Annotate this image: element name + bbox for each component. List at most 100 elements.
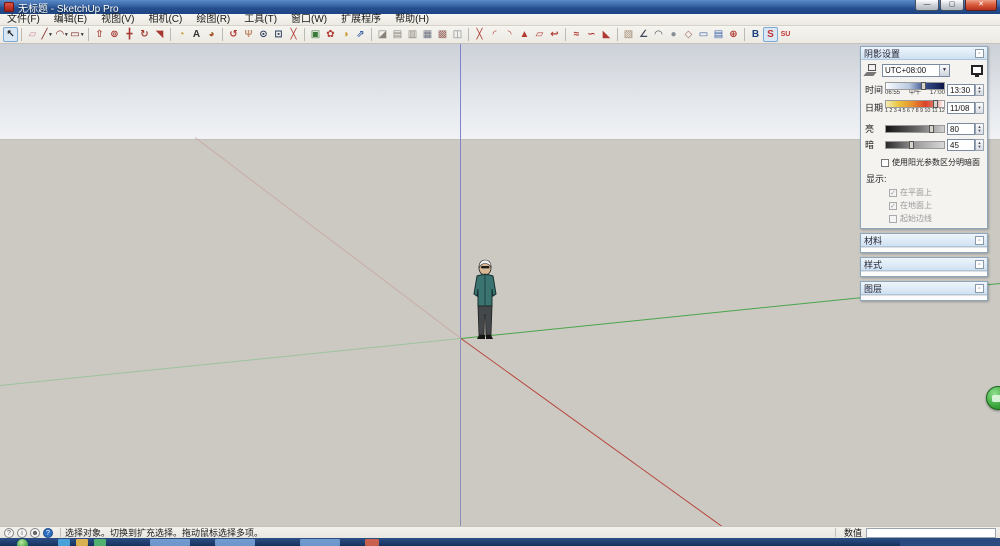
grid-tool-icon[interactable]: ▦ — [420, 27, 435, 42]
collapse-icon[interactable]: ▫ — [975, 48, 984, 58]
components-window-icon[interactable]: ✿ — [323, 27, 338, 42]
close-button[interactable]: ✕ — [965, 0, 997, 11]
date-dropdown-icon[interactable]: ▼ — [975, 101, 984, 114]
taskbar-item[interactable] — [215, 539, 255, 546]
protractor-tool-icon[interactable]: ∠ — [636, 27, 651, 42]
styles-panel-header[interactable]: 样式 ▫ — [861, 258, 987, 271]
grid-detail-tool-icon[interactable]: ▩ — [435, 27, 450, 42]
time-slider-handle[interactable] — [920, 82, 926, 90]
checkbox-icon[interactable]: ✓ — [889, 188, 897, 197]
checkbox-icon[interactable] — [889, 214, 897, 223]
zoom-extents-tool-icon[interactable]: ╳ — [286, 27, 301, 42]
date-value-field[interactable]: 11/08 — [947, 101, 975, 114]
taskbar-item[interactable] — [150, 539, 190, 546]
time-slider[interactable] — [885, 82, 945, 90]
menu-item-1[interactable]: 文件(F) — [0, 14, 47, 26]
two-point-arc-tool-icon[interactable]: ◜ — [487, 27, 502, 42]
zoom-tool-icon[interactable]: ⊙ — [256, 27, 271, 42]
dimension-tool-icon[interactable]: A — [189, 27, 204, 42]
rectangle-tool-icon[interactable]: ▭ ▼ — [70, 27, 85, 42]
arc-tool-icon[interactable]: ◠ ▼ — [55, 27, 70, 42]
taskbar-item[interactable] — [58, 539, 70, 546]
zoom-window-tool-icon[interactable]: ⊡ — [271, 27, 286, 42]
chevron-down-icon[interactable]: ▼ — [939, 64, 949, 76]
status-signin-icon[interactable]: ☻ — [30, 527, 40, 538]
fold-tool-icon[interactable]: ◣ — [599, 27, 614, 42]
section-plane-tool-icon[interactable]: ◪ — [375, 27, 390, 42]
dropdown-arrow-icon[interactable]: ▼ — [48, 32, 54, 38]
light-slider-handle[interactable] — [929, 124, 935, 133]
expand-icon[interactable]: ▫ — [975, 235, 984, 245]
date-slider-handle[interactable] — [932, 100, 938, 108]
time-spinner[interactable]: ▲ ▼ — [975, 83, 984, 96]
menu-item-6[interactable]: 工具(T) — [237, 14, 284, 26]
polygon-tool-icon[interactable]: ▲ — [517, 27, 532, 42]
expand-icon[interactable]: ▫ — [975, 283, 984, 293]
paint-bucket-tool-icon[interactable]: ◕ — [204, 27, 219, 42]
dark-slider-handle[interactable] — [909, 140, 915, 149]
timezone-select[interactable]: UTC+08:00 ▼ — [882, 63, 950, 77]
taskbar-item[interactable] — [300, 539, 340, 546]
light-slider[interactable] — [885, 124, 945, 133]
freehand-tool-icon[interactable]: ≈ — [569, 27, 584, 42]
select-tool-icon[interactable]: ↖ — [3, 27, 18, 42]
status-credits-icon[interactable]: i — [17, 527, 27, 538]
sphere-tool-icon[interactable]: ● — [666, 27, 681, 42]
offset-tool-icon[interactable]: ⊚ — [107, 27, 122, 42]
menu-item-4[interactable]: 相机(C) — [141, 14, 189, 26]
toggle-shadows-icon[interactable] — [863, 63, 879, 77]
date-slider[interactable] — [885, 100, 945, 108]
three-point-arc-tool-icon[interactable]: ◝ — [502, 27, 517, 42]
share-model-icon[interactable]: ⇗ — [353, 27, 368, 42]
pan-tool-icon[interactable]: Ψ — [241, 27, 256, 42]
start-orb-icon[interactable] — [16, 538, 29, 546]
3d-warehouse-icon[interactable]: B — [748, 27, 763, 42]
menu-item-5[interactable]: 绘图(R) — [189, 14, 237, 26]
materials-panel-header[interactable]: 材料 ▫ — [861, 234, 987, 247]
light-value-field[interactable]: 80 — [947, 122, 975, 135]
scale-figure-person[interactable] — [466, 259, 504, 341]
dark-value-field[interactable]: 45 — [947, 138, 975, 151]
dome-tool-icon[interactable]: ◠ — [651, 27, 666, 42]
shape-tool-icon[interactable]: ▱ — [532, 27, 547, 42]
styles-window-icon[interactable]: ◑ — [338, 27, 353, 42]
model-viewport[interactable] — [0, 44, 1000, 526]
taskbar-item[interactable] — [365, 539, 379, 546]
minimize-button[interactable]: — — [915, 0, 939, 11]
menu-item-9[interactable]: 帮助(H) — [388, 14, 436, 26]
time-value-field[interactable]: 13:30 — [947, 83, 975, 96]
use-sun-checkbox[interactable] — [881, 158, 889, 167]
windows-tool-icon[interactable]: ▤ — [711, 27, 726, 42]
floating-overlay-badge[interactable] — [986, 386, 1000, 410]
pages-tool-icon[interactable]: ◇ — [681, 27, 696, 42]
curve-tool-icon[interactable]: ↩ — [547, 27, 562, 42]
sandbox-tool-icon[interactable]: ▧ — [621, 27, 636, 42]
menu-item-7[interactable]: 窗口(W) — [284, 14, 334, 26]
axes-tool-icon[interactable]: ╳ — [472, 27, 487, 42]
status-geolocation-icon[interactable]: ? — [4, 527, 14, 538]
layers-panel-header[interactable]: 图层 ▫ — [861, 282, 987, 295]
plan-view-tool-icon[interactable]: ▭ — [696, 27, 711, 42]
orbit-tool-icon[interactable]: ↺ — [226, 27, 241, 42]
compass-tool-icon[interactable]: ⊕ — [726, 27, 741, 42]
bezier-tool-icon[interactable]: ∽ — [584, 27, 599, 42]
scale-tool-icon[interactable]: ◥ — [152, 27, 167, 42]
push-pull-tool-icon[interactable]: ⇧ — [92, 27, 107, 42]
dropdown-arrow-icon[interactable]: ▼ — [80, 32, 85, 38]
extension-warehouse-icon[interactable]: S — [763, 27, 778, 42]
light-spinner[interactable]: ▲ ▼ — [975, 122, 984, 135]
measurements-input[interactable] — [866, 527, 996, 538]
expand-icon[interactable]: ▫ — [975, 259, 984, 269]
windows-taskbar[interactable] — [0, 538, 1000, 546]
dropdown-arrow-icon[interactable]: ▼ — [64, 32, 69, 38]
taskbar-clock[interactable] — [900, 539, 1000, 546]
maximize-button[interactable]: ▢ — [940, 0, 964, 11]
title-bar[interactable]: 无标题 - SketchUp Pro — ▢ ✕ — [0, 0, 1000, 15]
display-section-planes-icon[interactable]: ▤ — [390, 27, 405, 42]
shadow-panel-header[interactable]: 阴影设置 ▫ — [861, 47, 987, 60]
menu-item-8[interactable]: 扩展程序 — [334, 14, 388, 26]
move-tool-icon[interactable]: ╋ — [122, 27, 137, 42]
eraser-tool-icon[interactable]: ▱ — [25, 27, 40, 42]
sketchup-logo-icon[interactable]: SU — [778, 27, 793, 42]
rotate-tool-icon[interactable]: ↻ — [137, 27, 152, 42]
